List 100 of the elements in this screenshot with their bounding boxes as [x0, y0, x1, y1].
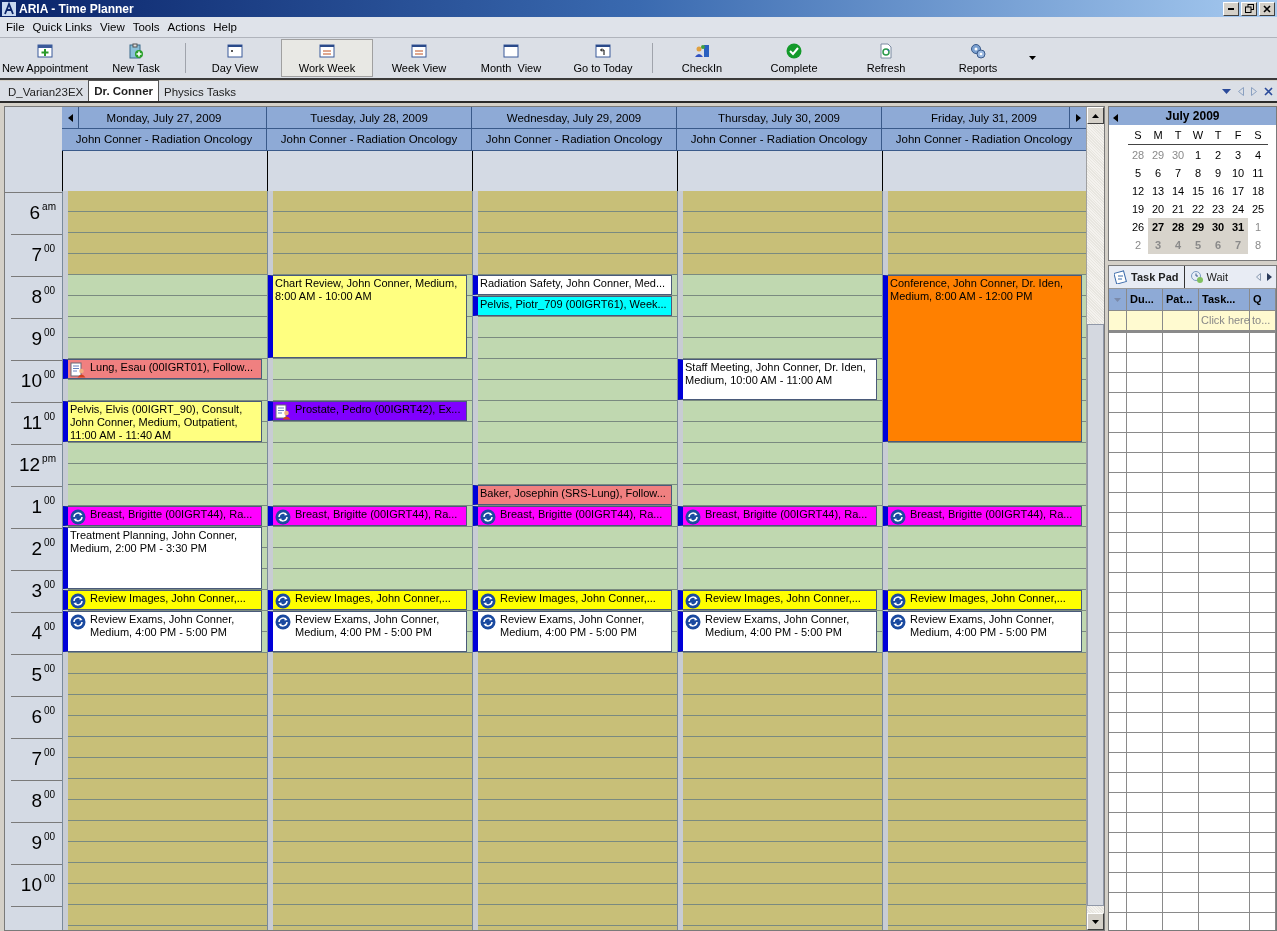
appointment[interactable]: Pelvis, Piotr_709 (00IGRT61), Week...: [473, 296, 672, 316]
toolbar-button[interactable]: New Appointment: [0, 39, 90, 77]
menu-item[interactable]: Tools: [128, 21, 164, 33]
appointment[interactable]: Breast, Brigitte (00IGRT44), Ra...: [268, 506, 467, 526]
calendar-day[interactable]: 1: [1188, 146, 1208, 164]
appointment[interactable]: Baker, Josephin (SRS-Lung), Follow...: [473, 485, 672, 505]
tab[interactable]: Physics Tasks: [159, 82, 242, 101]
appointment[interactable]: Conference, John Conner, Dr. Iden, Medium, 8:00 AM - 12:00 PM: [883, 275, 1082, 442]
calendar-day[interactable]: 22: [1188, 200, 1208, 218]
appointment[interactable]: Breast, Brigitte (00IGRT44), Ra...: [678, 506, 877, 526]
menu-item[interactable]: File: [2, 21, 29, 33]
appointment[interactable]: Pelvis, Elvis (00IGRT_90), Consult, John Conner, Medium, Outpatient, 11:00 AM - 11:40 AM: [63, 401, 262, 442]
calendar-day[interactable]: 17: [1228, 182, 1248, 200]
new-row-hint[interactable]: to...: [1250, 311, 1276, 330]
calendar-day[interactable]: 7: [1168, 164, 1188, 182]
day-column[interactable]: [62, 191, 267, 930]
calendar-day[interactable]: 20: [1148, 200, 1168, 218]
appointment[interactable]: Review Exams, John Conner, Medium, 4:00 PM - 5:00 PM: [63, 611, 262, 652]
day-column[interactable]: Conference, John Conner, Dr. Iden, Medium, 8:00 AM - 12:00 PM Breast, Brigitte (00IGRT44), Ra... Review Images, John Conner,... Review Exams, John Conner, Medium, 4:00 PM - 5:00 PM: [882, 191, 1086, 930]
appointment[interactable]: Radiation Safety, John Conner, Med...: [473, 275, 672, 295]
menu-item[interactable]: Actions: [163, 21, 210, 33]
calendar-day[interactable]: 4: [1248, 146, 1268, 164]
tab[interactable]: D_Varian23EX: [3, 82, 89, 101]
restore-button[interactable]: [1241, 1, 1257, 16]
column-header[interactable]: Q: [1250, 289, 1276, 310]
appointment[interactable]: Review Images, John Conner,...: [678, 590, 877, 610]
calendar-day[interactable]: 12: [1128, 182, 1148, 200]
column-header[interactable]: Task...: [1199, 289, 1250, 310]
dropdown-icon[interactable]: [1222, 88, 1231, 94]
calendar-day[interactable]: 13: [1148, 182, 1168, 200]
day-column[interactable]: [472, 191, 677, 930]
calendar-day[interactable]: 28: [1128, 146, 1148, 164]
calendar-day[interactable]: 14: [1168, 182, 1188, 200]
tab[interactable]: Dr. Conner: [88, 80, 160, 101]
calendar-day[interactable]: 30: [1208, 218, 1228, 236]
toolbar-button[interactable]: Month View: [465, 39, 557, 77]
calendar-day[interactable]: 9: [1208, 164, 1228, 182]
calendar-day[interactable]: 23: [1208, 200, 1228, 218]
day-column[interactable]: Staff Meeting, John Conner, Dr. Iden, Medium, 10:00 AM - 11:00 AM Breast, Brigitte (00IGRT44), Ra... Review Images, John Conner,... Review Exams, John Conner, Medium, 4:00 PM - 5:00 PM: [677, 191, 882, 930]
calendar-day[interactable]: 25: [1248, 200, 1268, 218]
calendar-day[interactable]: 16: [1208, 182, 1228, 200]
close-icon[interactable]: [1264, 86, 1273, 96]
day-column[interactable]: [267, 191, 472, 930]
appointment[interactable]: Review Exams, John Conner, Medium, 4:00 PM - 5:00 PM: [268, 611, 467, 652]
tab[interactable]: Wait: [1184, 266, 1234, 288]
appointment[interactable]: Review Images, John Conner,...: [883, 590, 1082, 610]
calendar-day[interactable]: 29: [1188, 218, 1208, 236]
appointment[interactable]: Breast, Brigitte (00IGRT44), Ra...: [63, 506, 262, 526]
calendar-day[interactable]: 5: [1128, 164, 1148, 182]
column-header[interactable]: Pat...: [1163, 289, 1199, 310]
calendar-day[interactable]: 28: [1168, 218, 1188, 236]
appointment[interactable]: Breast, Brigitte (00IGRT44), Ra...: [473, 506, 672, 526]
close-button[interactable]: [1259, 1, 1275, 16]
calendar-day[interactable]: 15: [1188, 182, 1208, 200]
calendar-day[interactable]: 18: [1248, 182, 1268, 200]
calendar-day[interactable]: 19: [1128, 200, 1148, 218]
menu-item[interactable]: Help: [209, 21, 241, 33]
toolbar-button[interactable]: Reports: [932, 39, 1024, 77]
minimize-button[interactable]: [1223, 1, 1239, 16]
column-header[interactable]: Du...: [1127, 289, 1163, 310]
new-row-hint[interactable]: Click here: [1199, 311, 1250, 330]
calendar-day[interactable]: 30: [1168, 146, 1188, 164]
appointment[interactable]: Staff Meeting, John Conner, Dr. Iden, Medium, 10:00 AM - 11:00 AM: [678, 359, 877, 400]
toolbar-button[interactable]: Week View: [373, 39, 465, 77]
calendar-day[interactable]: 26: [1128, 218, 1148, 236]
appointment[interactable]: Review Exams, John Conner, Medium, 4:00 PM - 5:00 PM: [883, 611, 1082, 652]
appointment[interactable]: Breast, Brigitte (00IGRT44), Ra...: [883, 506, 1082, 526]
toolbar-button[interactable]: Day View: [189, 39, 281, 77]
toolbar-button[interactable]: Work Week: [281, 39, 373, 77]
calendar-day[interactable]: 6: [1148, 164, 1168, 182]
toolbar-button[interactable]: Complete: [748, 39, 840, 77]
calendar-day[interactable]: 8: [1248, 236, 1268, 254]
calendar-day[interactable]: 11: [1248, 164, 1268, 182]
toolbar-button[interactable]: Refresh: [840, 39, 932, 77]
calendar-day[interactable]: 3: [1228, 146, 1248, 164]
calendar-day[interactable]: 31: [1228, 218, 1248, 236]
calendar-day[interactable]: 29: [1148, 146, 1168, 164]
calendar-day[interactable]: 27: [1148, 218, 1168, 236]
toolbar-button[interactable]: CheckIn: [656, 39, 748, 77]
toolbar-button[interactable]: New Task: [90, 39, 182, 77]
appointment[interactable]: Review Images, John Conner,...: [473, 590, 672, 610]
calendar-day[interactable]: 2: [1128, 236, 1148, 254]
scrollbar[interactable]: [1086, 107, 1104, 930]
appointment[interactable]: Treatment Planning, John Conner, Medium, 2:00 PM - 3:30 PM: [63, 527, 262, 589]
appointment[interactable]: Review Exams, John Conner, Medium, 4:00 PM - 5:00 PM: [678, 611, 877, 652]
calendar-day[interactable]: 1: [1248, 218, 1268, 236]
toolbar-button[interactable]: Go to Today: [557, 39, 649, 77]
menu-item[interactable]: Quick Links: [28, 21, 96, 33]
appointment[interactable]: Lung, Esau (00IGRT01), Follow...: [63, 359, 262, 379]
calendar-day[interactable]: 21: [1168, 200, 1188, 218]
next-icon[interactable]: [1267, 273, 1272, 281]
calendar-day[interactable]: 24: [1228, 200, 1248, 218]
calendar-day[interactable]: 10: [1228, 164, 1248, 182]
tab[interactable]: Task Pad: [1109, 266, 1185, 288]
appointment[interactable]: Review Exams, John Conner, Medium, 4:00 PM - 5:00 PM: [473, 611, 672, 652]
appointment[interactable]: Review Images, John Conner,...: [63, 590, 262, 610]
calendar-day[interactable]: 2: [1208, 146, 1228, 164]
appointment[interactable]: Review Images, John Conner,...: [268, 590, 467, 610]
previous-month-button[interactable]: [1113, 112, 1118, 124]
menu-item[interactable]: View: [95, 21, 129, 33]
